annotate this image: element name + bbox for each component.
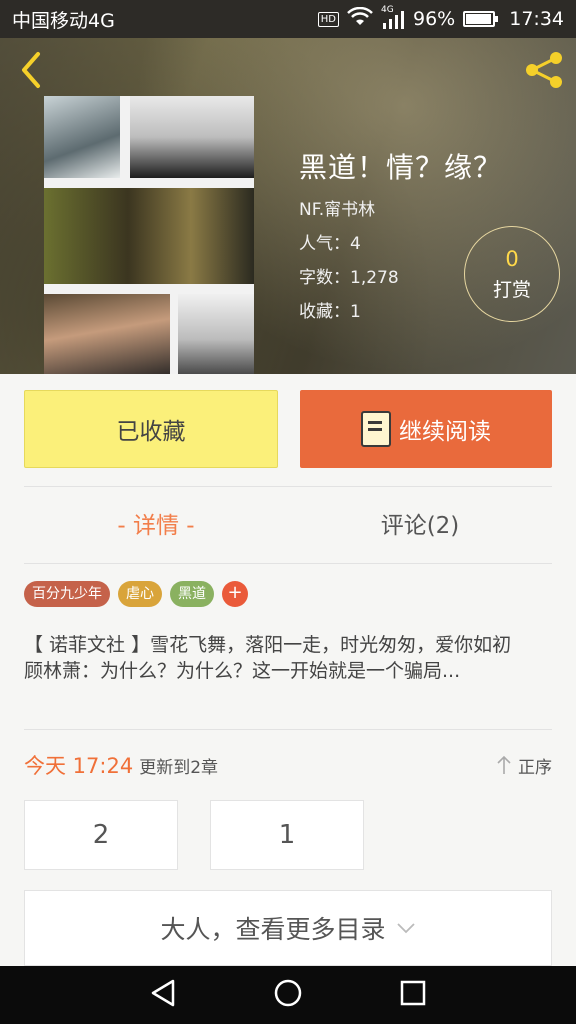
battery-percent: 96% xyxy=(413,8,456,30)
book-icon xyxy=(361,411,391,447)
cover-photo xyxy=(44,96,120,178)
book-header: 黑道！情？缘？ NF.甯书林 人气：4 字数：1,278 收藏：1 0 打赏 xyxy=(0,38,576,374)
tip-label: 打赏 xyxy=(492,278,531,301)
nav-recents-button[interactable] xyxy=(397,977,429,1013)
tag[interactable]: 虐心 xyxy=(118,581,162,607)
carrier-name: 中国移动4G xyxy=(12,9,115,32)
network-type: 4G xyxy=(381,5,394,15)
cell-signal-icon: 4G xyxy=(381,5,405,29)
wifi-icon xyxy=(347,6,373,32)
chapter-item[interactable]: 2 xyxy=(24,800,178,870)
battery-icon xyxy=(463,11,499,27)
back-button[interactable] xyxy=(14,50,50,90)
triangle-back-icon xyxy=(151,979,174,1007)
favorited-label: 已收藏 xyxy=(116,419,186,445)
share-icon xyxy=(526,52,562,88)
divider xyxy=(24,729,552,730)
chapter-number: 2 xyxy=(92,820,110,850)
arrow-up-icon xyxy=(497,755,511,774)
view-more-catalog-button[interactable]: 大人，查看更多目录 xyxy=(24,890,552,966)
divider xyxy=(24,563,552,564)
update-time: 今天 17:24 xyxy=(24,754,134,778)
sort-button[interactable]: 正序 xyxy=(496,753,552,778)
circle-home-icon xyxy=(274,979,302,1007)
tag-list: 百分九少年 虐心 黑道 + xyxy=(24,581,248,607)
book-word-count: 字数：1,278 xyxy=(299,268,399,288)
square-recents-icon xyxy=(401,980,426,1006)
sort-label: 正序 xyxy=(518,757,552,778)
chapter-number: 1 xyxy=(278,820,296,850)
chevron-down-icon xyxy=(396,923,415,934)
tag[interactable]: 黑道 xyxy=(170,581,214,607)
cover-photo xyxy=(44,188,254,284)
continue-reading-button[interactable]: 继续阅读 xyxy=(300,390,552,468)
tip-button[interactable]: 0 打赏 xyxy=(464,226,560,322)
book-title: 黑道！情？缘？ xyxy=(299,151,503,184)
book-favorites: 收藏：1 xyxy=(299,302,361,322)
status-bar: 中国移动4G HD 4G 96% 17:34 xyxy=(0,0,576,38)
status-icons: HD 4G 96% 17:34 xyxy=(317,5,564,32)
book-description[interactable]: 【 诺菲文社 】雪花飞舞，落阳一走，时光匆匆，爱你如初 顾林萧：为什么？为什么？… xyxy=(24,632,552,684)
update-info: 今天 17:24 更新到2章 正序 xyxy=(24,750,552,780)
tip-count: 0 xyxy=(505,246,519,271)
clock: 17:34 xyxy=(509,8,564,30)
battery-fill xyxy=(466,14,492,24)
cover-photo xyxy=(130,96,254,178)
chapter-item[interactable]: 1 xyxy=(210,800,364,870)
nav-back-button[interactable] xyxy=(147,977,179,1013)
book-cover[interactable] xyxy=(44,96,254,374)
nav-home-button[interactable] xyxy=(272,977,304,1013)
tag[interactable]: 百分九少年 xyxy=(24,581,110,607)
continue-reading-label: 继续阅读 xyxy=(399,419,491,445)
description-line: 【 诺菲文社 】雪花飞舞，落阳一走，时光匆匆，爱你如初 xyxy=(24,634,512,656)
share-button[interactable] xyxy=(522,50,566,90)
cover-photo xyxy=(44,294,170,374)
cover-photo xyxy=(178,294,254,374)
favorited-button[interactable]: 已收藏 xyxy=(24,390,278,468)
more-catalog-label: 大人，查看更多目录 xyxy=(160,915,386,944)
update-text: 更新到2章 xyxy=(139,757,219,778)
chevron-left-icon xyxy=(22,52,40,88)
book-popularity: 人气：4 xyxy=(299,234,361,254)
system-nav-bar xyxy=(0,966,576,1024)
book-author[interactable]: NF.甯书林 xyxy=(299,195,375,220)
tab-comments[interactable]: 评论(2) xyxy=(288,506,552,540)
hd-icon: HD xyxy=(317,11,339,27)
tab-detail[interactable]: - 详情 - xyxy=(24,506,288,540)
divider xyxy=(24,486,552,487)
description-line: 顾林萧：为什么？为什么？这一开始就是一个骗局... xyxy=(24,660,461,682)
add-tag-button[interactable]: + xyxy=(222,581,248,607)
